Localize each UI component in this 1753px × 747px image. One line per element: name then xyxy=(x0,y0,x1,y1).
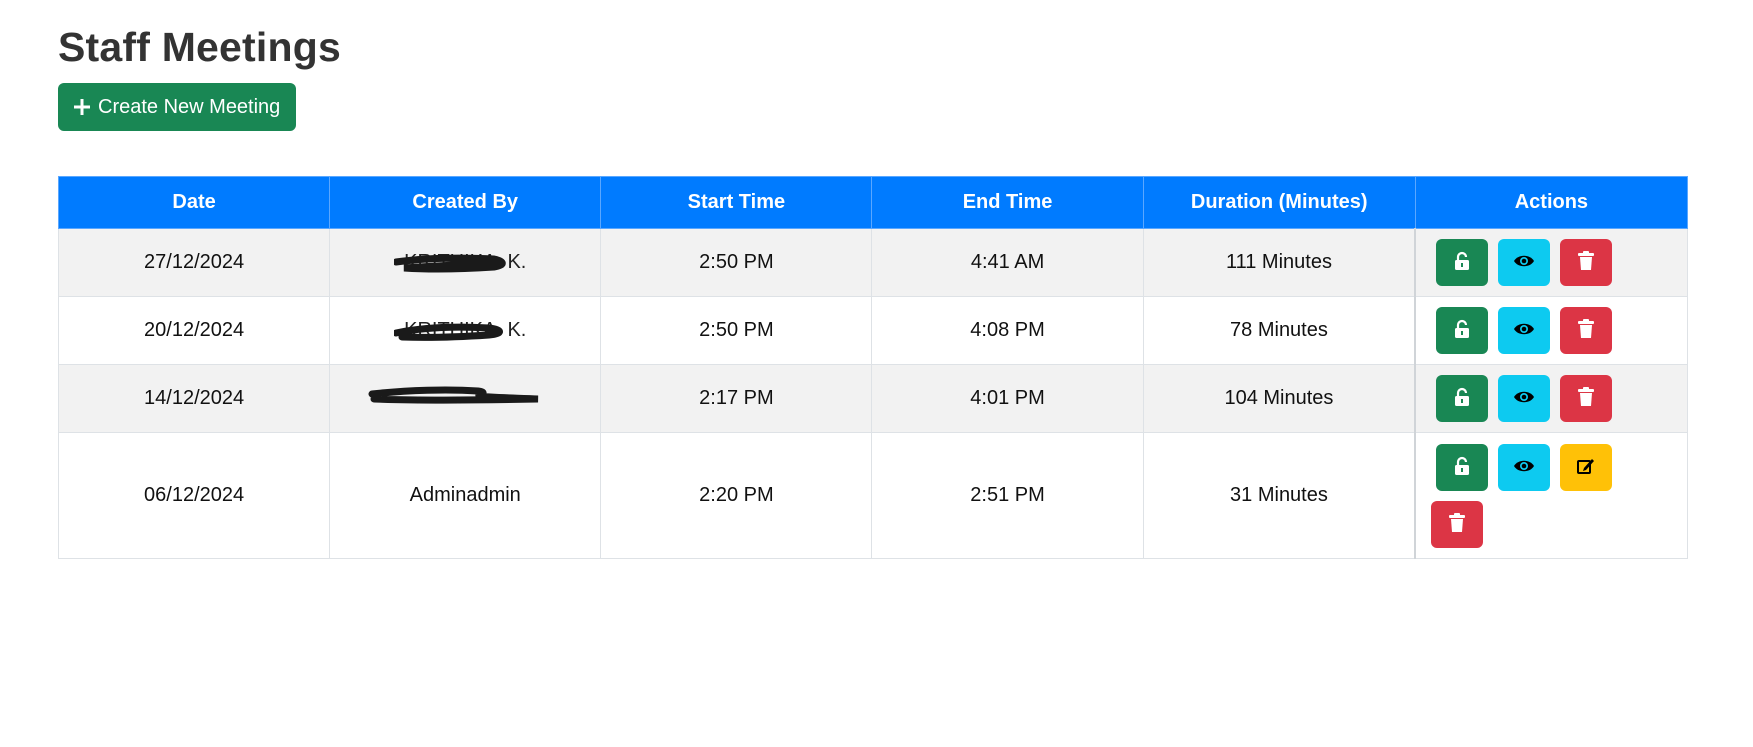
date-cell: 14/12/2024 xyxy=(57,364,331,433)
redaction-scribble xyxy=(368,386,539,404)
end-time-cell: 2:51 PM xyxy=(871,432,1144,559)
redacted-name: KRITHIKA. K. xyxy=(394,319,526,342)
view-button[interactable] xyxy=(1498,239,1551,286)
redacted-name: KRITHIKA. K. xyxy=(394,251,526,274)
table-row: 14/12/2024 2:17 PM 4:01 PM 104 Minutes xyxy=(57,364,1689,433)
eye-icon xyxy=(1513,458,1535,477)
duration-cell: 78 Minutes xyxy=(1142,296,1416,365)
column-header-created-by: Created By xyxy=(329,176,602,229)
eye-icon xyxy=(1513,253,1535,272)
actions-cell xyxy=(1414,296,1689,365)
column-header-end-time: End Time xyxy=(871,176,1144,229)
created-by-cell xyxy=(329,364,602,433)
start-time-cell: 2:17 PM xyxy=(600,364,873,433)
trash-icon xyxy=(1577,319,1595,342)
date-cell: 06/12/2024 xyxy=(57,432,331,559)
redaction-scribble xyxy=(394,323,504,341)
start-time-cell: 2:20 PM xyxy=(600,432,873,559)
redaction-scribble xyxy=(394,254,506,273)
created-by-cell: KRITHIKA. K. xyxy=(329,296,602,365)
unlock-button[interactable] xyxy=(1436,443,1489,491)
column-header-actions: Actions xyxy=(1414,176,1689,229)
plus-icon xyxy=(72,97,92,117)
duration-cell: 111 Minutes xyxy=(1142,228,1416,297)
edit-icon xyxy=(1576,456,1596,479)
eye-icon xyxy=(1513,389,1535,408)
table-header-row: Date Created By Start Time End Time Dura… xyxy=(57,176,1689,229)
redacted-name xyxy=(368,384,550,408)
eye-icon xyxy=(1513,321,1535,340)
column-header-date: Date xyxy=(57,176,331,229)
unlock-button[interactable] xyxy=(1436,375,1489,422)
meetings-table: Date Created By Start Time End Time Dura… xyxy=(57,176,1689,559)
trash-icon xyxy=(1577,387,1595,410)
edit-button[interactable] xyxy=(1560,443,1613,491)
date-cell: 20/12/2024 xyxy=(57,296,331,365)
actions-cell xyxy=(1414,228,1689,297)
trash-icon xyxy=(1448,512,1466,536)
start-time-cell: 2:50 PM xyxy=(600,228,873,297)
delete-button[interactable] xyxy=(1431,500,1484,548)
date-cell: 27/12/2024 xyxy=(57,228,331,297)
actions-cell xyxy=(1414,432,1689,559)
unlock-button[interactable] xyxy=(1436,307,1489,354)
column-header-start-time: Start Time xyxy=(600,176,873,229)
view-button[interactable] xyxy=(1498,443,1551,491)
delete-button[interactable] xyxy=(1560,375,1613,422)
view-button[interactable] xyxy=(1498,375,1551,422)
table-row: 27/12/2024 KRITHIKA. K. 2:50 PM 4:41 AM … xyxy=(57,228,1689,297)
end-time-cell: 4:41 AM xyxy=(871,228,1144,297)
end-time-cell: 4:01 PM xyxy=(871,364,1144,433)
unlock-icon xyxy=(1452,387,1472,410)
duration-cell: 31 Minutes xyxy=(1142,432,1416,559)
unlock-button[interactable] xyxy=(1436,239,1489,286)
page-title: Staff Meetings xyxy=(58,24,341,70)
actions-cell xyxy=(1414,364,1689,433)
start-time-cell: 2:50 PM xyxy=(600,296,873,365)
created-by-cell: Adminadmin xyxy=(329,432,602,559)
end-time-cell: 4:08 PM xyxy=(871,296,1144,365)
unlock-icon xyxy=(1452,319,1472,342)
duration-cell: 104 Minutes xyxy=(1142,364,1416,433)
create-meeting-label: Create New Meeting xyxy=(98,95,281,118)
delete-button[interactable] xyxy=(1560,239,1613,286)
page: Staff Meetings Create New Meeting Date C… xyxy=(0,0,1753,747)
table-row: 06/12/2024 Adminadmin 2:20 PM 2:51 PM 31… xyxy=(57,432,1689,559)
create-meeting-button[interactable]: Create New Meeting xyxy=(58,83,297,131)
unlock-icon xyxy=(1452,456,1472,479)
trash-icon xyxy=(1577,251,1595,274)
unlock-icon xyxy=(1452,251,1472,274)
created-by-cell: KRITHIKA. K. xyxy=(329,228,602,297)
view-button[interactable] xyxy=(1498,307,1551,354)
delete-button[interactable] xyxy=(1560,307,1613,354)
table-row: 20/12/2024 KRITHIKA. K. 2:50 PM 4:08 PM … xyxy=(57,296,1689,365)
column-header-duration: Duration (Minutes) xyxy=(1142,176,1416,229)
